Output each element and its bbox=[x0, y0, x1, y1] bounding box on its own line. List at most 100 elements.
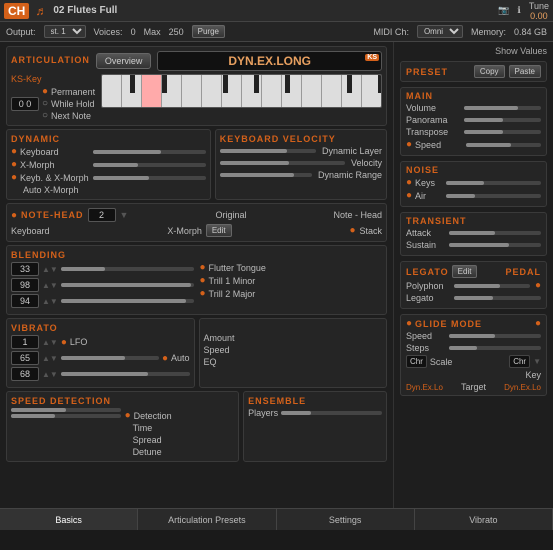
tab-articulation-presets[interactable]: Articulation Presets bbox=[138, 509, 276, 530]
dyn-ex-lo2-label: Dyn.Ex.Lo bbox=[504, 383, 541, 392]
logo: CH bbox=[4, 3, 29, 19]
note-head-label: Note - Head bbox=[333, 210, 382, 220]
dynamic-velocity-row: DYNAMIC ● Keyboard ● X-Morph ● Keyb. & X… bbox=[6, 129, 387, 200]
keys-row: ● Keys bbox=[406, 177, 541, 188]
target-row: Dyn.Ex.Lo Target Dyn.Ex.Lo bbox=[406, 382, 541, 392]
nh-edit-button[interactable]: Edit bbox=[206, 224, 232, 237]
bottom-tabs: Basics Articulation Presets Settings Vib… bbox=[0, 508, 553, 530]
blending-row3: 94 ▲▼ bbox=[11, 294, 194, 308]
transpose-row: Transpose bbox=[406, 127, 541, 137]
noise-header: NOISE bbox=[406, 165, 541, 175]
voices-value: 0 bbox=[131, 27, 136, 37]
detection-label: Detection bbox=[134, 411, 172, 421]
polyphon-row: Polyphon ● bbox=[406, 280, 541, 291]
copy-button[interactable]: Copy bbox=[474, 65, 505, 78]
instrument-name: 02 Flutes Full bbox=[53, 5, 492, 16]
speed-detection-header: Speed Detection bbox=[11, 396, 234, 406]
auto-label: Auto bbox=[171, 353, 190, 363]
articulation-header: ARTICULATION bbox=[11, 55, 90, 65]
sustain-row: Sustain bbox=[406, 240, 541, 250]
vibrato-header: VIBRATO bbox=[11, 323, 190, 333]
dynamic-header: DYNAMIC bbox=[11, 134, 206, 144]
permanent-option[interactable]: ●Permanent bbox=[42, 86, 95, 97]
nh-keyboard-label: Keyboard bbox=[11, 226, 50, 236]
vibrato-speed-label: Speed bbox=[204, 345, 383, 355]
ensemble-header: ENSEMBLE bbox=[248, 396, 382, 406]
memory-label: Memory: bbox=[471, 27, 506, 37]
auto-xmorph-label: Auto X-Morph bbox=[11, 185, 206, 195]
legato-row: Legato bbox=[406, 293, 541, 303]
note-head-section: ● NOTE-HEAD 2 ▼ Original Note - Head Key… bbox=[6, 203, 387, 242]
chr-label: Chr bbox=[406, 355, 427, 368]
speed-row: ● Speed bbox=[406, 139, 541, 150]
tab-vibrato[interactable]: Vibrato bbox=[415, 509, 553, 530]
trill1-label: Trill 1 Minor bbox=[209, 276, 256, 286]
midi-select[interactable]: Omni bbox=[417, 25, 463, 38]
legato-section: LEGATO Edit PEDAL Polyphon ● Legato bbox=[400, 261, 547, 309]
scale-label: Scale bbox=[430, 357, 506, 367]
while-hold-option[interactable]: ○While Hold bbox=[42, 98, 95, 109]
attack-row: Attack bbox=[406, 228, 541, 238]
speed-ensemble-row: Speed Detection ● Detection Time Spread … bbox=[6, 391, 387, 462]
paste-button[interactable]: Paste bbox=[509, 65, 541, 78]
ks-key-value: 0 0 bbox=[11, 97, 39, 111]
dynamic-range-row: Dynamic Range bbox=[220, 170, 382, 180]
memory-value: 0.84 GB bbox=[514, 27, 547, 37]
target-label: Target bbox=[446, 382, 501, 392]
lfo-label: LFO bbox=[70, 337, 88, 347]
left-panel: ARTICULATION Overview DYN.EX.LONG KS KS-… bbox=[0, 42, 393, 508]
volume-row: Volume bbox=[406, 103, 541, 113]
tab-basics[interactable]: Basics bbox=[0, 509, 138, 530]
vibrato-val3: 68 bbox=[11, 367, 39, 381]
velocity-row: Velocity bbox=[220, 158, 382, 168]
glide-section: ● GLIDE MODE ● Speed Steps Chr Scale Chr… bbox=[400, 314, 547, 396]
vibrato-speed-ensemble-row: VIBRATO 1 ▲▼ ● LFO 65 ▲▼ ● Auto 68 ▲▼ bbox=[6, 318, 387, 388]
instrument-icon: ♬ bbox=[35, 4, 47, 18]
time-label: Time bbox=[125, 423, 235, 433]
legato-edit-button[interactable]: Edit bbox=[452, 265, 478, 278]
info-icon[interactable]: ℹ bbox=[517, 5, 520, 16]
show-values-button[interactable]: Show Values bbox=[400, 46, 547, 56]
articulation-section: ARTICULATION Overview DYN.EX.LONG KS KS-… bbox=[6, 46, 387, 126]
next-note-option[interactable]: ○Next Note bbox=[42, 110, 95, 121]
keyb-xmorph-slider-row: ● Keyb. & X-Morph bbox=[11, 172, 206, 183]
blending-section: BLENDING 33 ▲▼ 98 ▲▼ 94 ▲▼ bbox=[6, 245, 387, 315]
camera-icon[interactable]: 📷 bbox=[498, 5, 509, 16]
dyn-display: DYN.EX.LONG KS bbox=[157, 51, 382, 71]
trill2-label: Trill 2 Major bbox=[209, 289, 256, 299]
right-panel: Show Values PRESET Copy Paste MAIN Volum… bbox=[393, 42, 553, 508]
ks-key-label: KS-Key bbox=[11, 74, 42, 84]
tab-settings[interactable]: Settings bbox=[277, 509, 415, 530]
max-label: Max bbox=[144, 27, 161, 37]
purge-button[interactable]: Purge bbox=[192, 25, 225, 38]
amount-label: Amount bbox=[204, 333, 383, 343]
detune-label: Detune bbox=[125, 447, 235, 457]
flutter-tongue-label: Flutter Tongue bbox=[209, 263, 266, 273]
blending-row2: 98 ▲▼ bbox=[11, 278, 194, 292]
midi-label: MIDI Ch: bbox=[373, 27, 409, 37]
blending-val1: 33 bbox=[11, 262, 39, 276]
keyboard-slider-row: ● Keyboard bbox=[11, 146, 206, 157]
original-label: Original bbox=[215, 210, 246, 220]
panorama-row: Panorama bbox=[406, 115, 541, 125]
output-select[interactable]: st. 1 bbox=[44, 25, 86, 38]
noise-section: NOISE ● Keys ● Air bbox=[400, 161, 547, 207]
tune-section: Tune 0.00 bbox=[529, 1, 549, 21]
voices-label: Voices: bbox=[94, 27, 123, 37]
chr2-label: Chr bbox=[509, 355, 530, 368]
dynamic-layer-row: Dynamic Layer bbox=[220, 146, 382, 156]
second-bar: Output: st. 1 Voices: 0 Max 250 Purge MI… bbox=[0, 22, 553, 42]
air-row: ● Air bbox=[406, 190, 541, 201]
main-section: MAIN Volume Panorama Transpose ● Speed bbox=[400, 87, 547, 156]
overview-button[interactable]: Overview bbox=[96, 53, 152, 69]
eq-label: EQ bbox=[204, 357, 383, 367]
max-value: 250 bbox=[169, 27, 184, 37]
xmorph-slider-row: ● X-Morph bbox=[11, 159, 206, 170]
spread-label: Spread bbox=[125, 435, 235, 445]
steps-row: Steps bbox=[406, 343, 541, 353]
vibrato-val1: 1 bbox=[11, 335, 39, 349]
blending-row1: 33 ▲▼ bbox=[11, 262, 194, 276]
dyn-ex-lo-label: Dyn.Ex.Lo bbox=[406, 383, 443, 392]
main-header: MAIN bbox=[406, 91, 541, 101]
note-head-header: NOTE-HEAD bbox=[21, 210, 84, 220]
